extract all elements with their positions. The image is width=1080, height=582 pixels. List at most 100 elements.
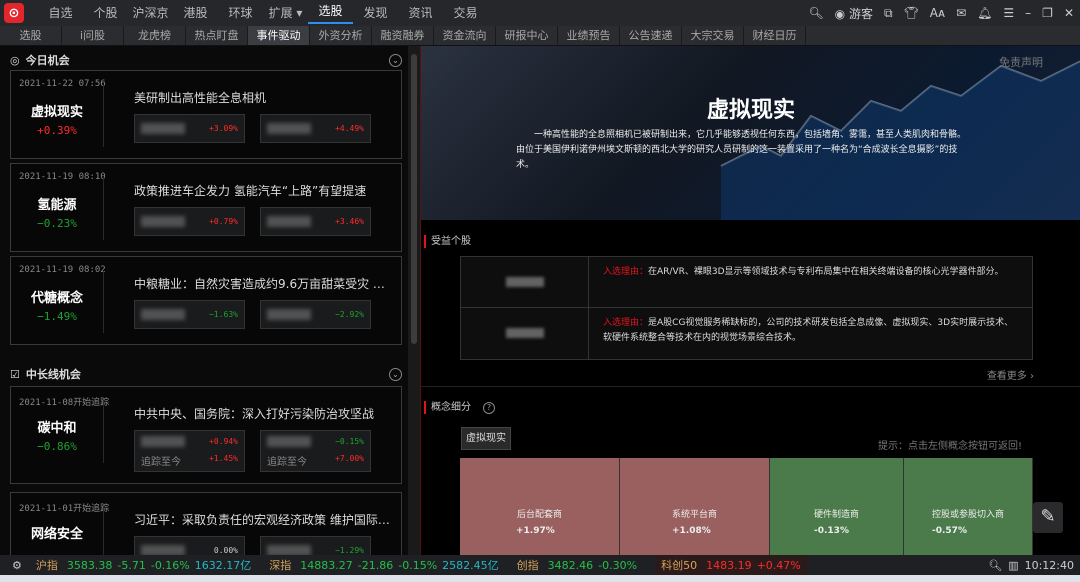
- sub-tab[interactable]: 业绩预告: [558, 26, 620, 45]
- opportunity-card[interactable]: 2021-11-19 08:02 代糖概念 −1.49% 中粮糖业：自然灾害造成…: [10, 256, 402, 345]
- opportunity-card[interactable]: 2021-11-01开始追踪 网络安全 习近平：采取负责任的宏观经济政策 维护国…: [10, 492, 402, 555]
- sub-tab[interactable]: 研报中心: [496, 26, 558, 45]
- stock-chip[interactable]: −1.63%: [134, 300, 245, 329]
- stock-name-blurred: [267, 123, 311, 134]
- stock-name-blurred: [267, 545, 311, 555]
- opportunity-card[interactable]: 2021-11-22 07:56 虚拟现实 +0.39% 美研制出高性能全息相机…: [10, 70, 402, 159]
- sub-tab[interactable]: i问股: [62, 26, 124, 45]
- concept-title: 虚拟现实: [706, 97, 795, 123]
- minimize-icon[interactable]: –: [1025, 6, 1031, 20]
- reason-label: 入选理由：: [603, 318, 649, 328]
- collapse-icon[interactable]: ⌄: [389, 53, 402, 67]
- treemap-cell[interactable]: 控股或参股切入商 -0.57%: [904, 458, 1033, 555]
- card-title[interactable]: 中粮糖业：自然灾害造成约9.6万亩甜菜受灾 将影…: [134, 275, 396, 292]
- help-icon[interactable]: ?: [483, 402, 495, 414]
- stock-chip[interactable]: −0.15% 追踪至今 +7.00%: [260, 430, 371, 472]
- sub-tab[interactable]: 大宗交易: [682, 26, 744, 45]
- top-bar: ⊙ 自选 个股 沪深京 港股 环球 扩展 ▾ 选股 发现 资讯 交易 🔍︎ ◉ 游客 ⧉ 👕︎ A…: [0, 0, 1080, 26]
- stock-name-blurred: [141, 309, 185, 320]
- cell-pct: +1.08%: [672, 526, 711, 536]
- stock-chip[interactable]: −1.29%: [260, 536, 371, 555]
- stock-cell[interactable]: [461, 257, 589, 307]
- stock-pct: +0.94%: [209, 437, 238, 446]
- settings-icon[interactable]: ⚙: [12, 559, 22, 572]
- sub-tab[interactable]: 事件驱动: [248, 26, 310, 45]
- opportunity-card[interactable]: 2021-11-08开始追踪 碳中和 −0.86% 中共中央、国务院：深入打好污…: [10, 386, 402, 484]
- concept-banner: 免责声明 虚拟现实 一种高性能的全息照相机已被研制出来，它几乎能够透视任何东西，…: [421, 46, 1080, 220]
- nav-item[interactable]: 扩展 ▾: [263, 0, 308, 26]
- layout-icon[interactable]: ▥: [1008, 559, 1018, 572]
- skin-icon[interactable]: 👕︎: [904, 6, 919, 20]
- nav-item[interactable]: 自选: [38, 0, 83, 26]
- concept-breakdown-title: 概念细分: [431, 402, 471, 413]
- index-price: 14883.27: [300, 558, 353, 572]
- stock-chip[interactable]: +3.09%: [134, 114, 245, 143]
- opportunity-card[interactable]: 2021-11-19 08:10 氢能源 −0.23% 政策推进车企发力 氢能汽…: [10, 163, 402, 252]
- stock-chip[interactable]: +3.46%: [260, 207, 371, 236]
- sub-tab[interactable]: 龙虎榜: [124, 26, 186, 45]
- font-size-icon[interactable]: Aᴀ: [930, 6, 945, 20]
- cell-name: 硬件制造商: [813, 510, 859, 520]
- search-icon[interactable]: 🔍︎: [808, 6, 823, 20]
- stock-chip[interactable]: +4.49%: [260, 114, 371, 143]
- index-kc[interactable]: 科创50 1483.19 +0.47%: [655, 555, 807, 575]
- nav-item[interactable]: 资讯: [398, 0, 443, 26]
- view-more-link[interactable]: 查看更多 ›: [987, 367, 1034, 382]
- sub-tab[interactable]: 选股: [0, 26, 62, 45]
- sub-tab[interactable]: 资金流向: [434, 26, 496, 45]
- stock-chip[interactable]: −2.92%: [260, 300, 371, 329]
- cell-name: 系统平台商: [671, 510, 717, 520]
- sub-tab[interactable]: 热点盯盘: [186, 26, 248, 45]
- benefit-title: 受益个股: [424, 235, 471, 248]
- scroll-thumb[interactable]: [411, 54, 417, 344]
- card-date: 2021-11-19 08:02: [19, 265, 106, 275]
- sub-tab[interactable]: 融资融券: [372, 26, 434, 45]
- nav-item[interactable]: 发现: [353, 0, 398, 26]
- detail-panel: 免责声明 虚拟现实 一种高性能的全息照相机已被研制出来，它几乎能够透视任何东西，…: [420, 46, 1080, 555]
- table-row[interactable]: 入选理由：是A股CG视觉服务稀缺标的，公司的技术研发包括全息成像、虚拟现实、3D…: [461, 308, 1032, 359]
- collapse-icon[interactable]: ⌄: [389, 367, 402, 381]
- card-title[interactable]: 中共中央、国务院：深入打好污染防治攻坚战: [134, 405, 396, 422]
- share-icon[interactable]: ⧉: [884, 6, 893, 21]
- stock-chip[interactable]: +0.94% 追踪至今 +1.45%: [134, 430, 245, 472]
- stock-cell[interactable]: [461, 308, 589, 359]
- sub-tab[interactable]: 财经日历: [744, 26, 806, 45]
- index-sz[interactable]: 深指 14883.27 -21.86 -0.15% 2582.45亿: [269, 557, 498, 573]
- stock-pct: 0.00%: [213, 546, 238, 555]
- disclaimer-link[interactable]: 免责声明: [999, 54, 1043, 70]
- sub-tab[interactable]: 公告速递: [620, 26, 682, 45]
- nav-item[interactable]: 沪深京: [128, 0, 173, 26]
- app-logo[interactable]: ⊙: [4, 3, 24, 23]
- bell-icon[interactable]: 🔔︎: [977, 6, 992, 20]
- mail-icon[interactable]: ✉: [956, 6, 966, 20]
- concept-pct: −0.86%: [37, 440, 77, 453]
- search-icon[interactable]: 🔍︎: [988, 559, 1002, 572]
- sub-tab[interactable]: 外资分析: [310, 26, 372, 45]
- index-pct: +0.47%: [756, 558, 801, 572]
- scrollbar[interactable]: [408, 46, 420, 555]
- treemap-cell[interactable]: 后台配套商 +1.97%: [460, 458, 620, 555]
- user-icon[interactable]: ◉ 游客: [835, 5, 873, 22]
- nav-item[interactable]: 交易: [443, 0, 488, 26]
- index-cy[interactable]: 创指 3482.46 -0.30%: [517, 557, 637, 573]
- username[interactable]: 游客: [849, 7, 873, 21]
- concept-button[interactable]: 虚拟现实: [461, 427, 511, 450]
- nav-item[interactable]: 港股: [173, 0, 218, 26]
- nav-item[interactable]: 环球: [218, 0, 263, 26]
- index-sh[interactable]: 沪指 3583.38 -5.71 -0.16% 1632.17亿: [36, 557, 251, 573]
- restore-icon[interactable]: ❐: [1042, 6, 1053, 20]
- menu-icon[interactable]: ☰: [1003, 6, 1014, 20]
- close-icon[interactable]: ✕: [1064, 6, 1074, 20]
- nav-item[interactable]: 个股: [83, 0, 128, 26]
- stock-chip[interactable]: 0.00%: [134, 536, 245, 555]
- card-title[interactable]: 政策推进车企发力 氢能汽车“上路”有望提速: [134, 182, 396, 199]
- treemap-cell[interactable]: 硬件制造商 -0.13%: [770, 458, 904, 555]
- longterm-title: 中长线机会: [25, 368, 81, 381]
- card-title[interactable]: 习近平：采取负责任的宏观经济政策 维护国际经…: [134, 511, 396, 528]
- stock-chip[interactable]: +0.79%: [134, 207, 245, 236]
- table-row[interactable]: 入选理由：在AR/VR、裸眼3D显示等领域技术与专利布局集中在相关终端设备的核心…: [461, 257, 1032, 308]
- card-title[interactable]: 美研制出高性能全息相机: [134, 89, 396, 106]
- edit-icon[interactable]: ✎: [1033, 502, 1063, 533]
- nav-item[interactable]: 选股: [308, 0, 353, 24]
- treemap-cell[interactable]: 系统平台商 +1.08%: [620, 458, 770, 555]
